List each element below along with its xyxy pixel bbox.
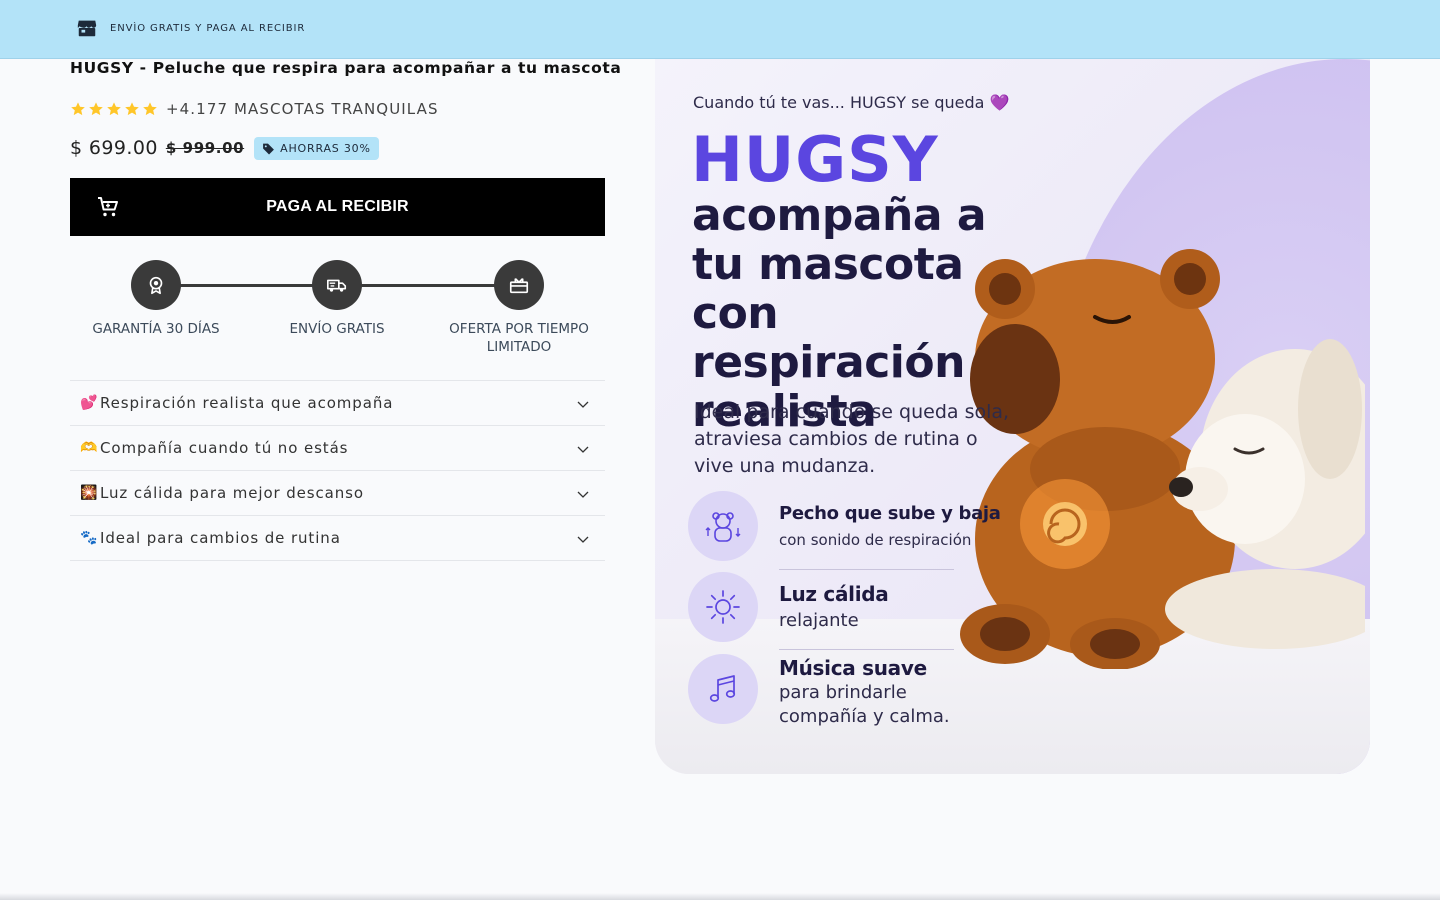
feature-divider (779, 649, 954, 650)
tag-icon (263, 143, 275, 154)
feature-icon-circle (688, 572, 758, 642)
music-note-icon (709, 675, 736, 702)
accordion-label: Ideal para cambios de rutina (100, 529, 341, 547)
save-badge-label: AHORRAS 30% (280, 141, 371, 155)
rating-stars (70, 101, 158, 117)
product-title: HUGSY - Peluche que respira para acompañ… (70, 59, 622, 77)
pay-on-delivery-button[interactable]: PAGA AL RECIBIR (70, 178, 605, 236)
trust-steps: GARANTÍA 30 DÍAS ENVÍO GRATIS OFERTA POR… (70, 260, 605, 370)
accordion-emoji: 🫶 (80, 440, 98, 456)
chevron-down-icon (577, 401, 589, 408)
feature-accordion: 💕 Respiración realista que acompaña 🫶 Co… (70, 380, 605, 561)
save-badge: AHORRAS 30% (254, 136, 379, 160)
feature-title: Pecho que sube y baja (779, 503, 1001, 524)
star-icon (107, 102, 121, 116)
feature-light: Luz cálida relajante (688, 572, 968, 644)
feature-desc: para brindarle (779, 682, 907, 703)
store-icon (77, 20, 97, 37)
accordion-item-company[interactable]: 🫶 Compañía cuando tú no estás (70, 426, 605, 471)
feature-title: Música suave (779, 656, 927, 680)
accordion-item-routine[interactable]: 🐾 Ideal para cambios de rutina (70, 516, 605, 561)
feature-desc: con sonido de respiración (779, 531, 972, 549)
announcement-text: ENVÌO GRATIS Y PAGA AL RECIBIR (110, 23, 306, 34)
rating-row: +4.177 MASCOTAS TRANQUILAS (70, 99, 439, 119)
hero-subtitle: Ideal para cuando se queda sola, atravie… (694, 401, 1010, 477)
accordion-emoji: 💕 (80, 395, 98, 411)
star-icon (143, 102, 157, 116)
step-label-offer: OFERTA POR TIEMPO LIMITADO (449, 321, 589, 355)
sun-icon (706, 590, 740, 624)
feature-music: Música suave para brindarle compañía y c… (688, 654, 968, 727)
chevron-down-icon (577, 491, 589, 498)
award-icon (149, 276, 163, 295)
gift-icon (509, 277, 529, 294)
feature-icon-circle (688, 491, 758, 561)
accordion-label: Respiración realista que acompaña (100, 394, 394, 412)
feature-breathing: Pecho que sube y baja con sonido de resp… (688, 491, 1001, 563)
price-row: $ 699.00 $ 999.00 AHORRAS 30% (70, 134, 379, 162)
feature-desc: relajante (779, 610, 859, 631)
accordion-emoji: 🐾 (80, 530, 98, 546)
bear-breathing-icon (705, 512, 741, 542)
compare-price: $ 999.00 (165, 139, 245, 157)
feature-desc-2: compañía y calma. (779, 706, 950, 727)
hero-brand: HUGSY (691, 123, 939, 196)
cart-icon (98, 197, 118, 217)
truck-icon (327, 279, 347, 292)
page-bottom-edge (0, 893, 1440, 900)
accordion-label: Luz cálida para mejor descanso (100, 484, 364, 502)
product-hero-image[interactable]: Cuando tú te vas... HUGSY se queda 💜 HUG… (655, 59, 1370, 774)
feature-title: Luz cálida (779, 582, 889, 606)
star-icon (125, 102, 139, 116)
step-circle-guarantee (131, 260, 181, 310)
step-label-shipping: ENVÍO GRATIS (289, 321, 385, 337)
feature-icon-circle (688, 654, 758, 724)
star-icon (89, 102, 103, 116)
chevron-down-icon (577, 536, 589, 543)
accordion-emoji: 🎇 (80, 485, 98, 501)
star-icon (71, 102, 85, 116)
step-circle-offer (494, 260, 544, 310)
step-label-guarantee: GARANTÍA 30 DÍAS (92, 321, 220, 337)
chevron-down-icon (577, 446, 589, 453)
accordion-label: Compañía cuando tú no estás (100, 439, 349, 457)
announcement-bar: ENVÌO GRATIS Y PAGA AL RECIBIR (0, 0, 1440, 59)
cta-label: PAGA AL RECIBIR (266, 198, 409, 215)
hero-tagline: Cuando tú te vas... HUGSY se queda 💜 (693, 93, 1010, 112)
step-circle-shipping (312, 260, 362, 310)
accordion-item-light[interactable]: 🎇 Luz cálida para mejor descanso (70, 471, 605, 516)
sale-price: $ 699.00 (70, 137, 158, 159)
feature-divider (779, 569, 954, 570)
rating-text: +4.177 MASCOTAS TRANQUILAS (166, 100, 439, 118)
accordion-item-breathing[interactable]: 💕 Respiración realista que acompaña (70, 381, 605, 426)
